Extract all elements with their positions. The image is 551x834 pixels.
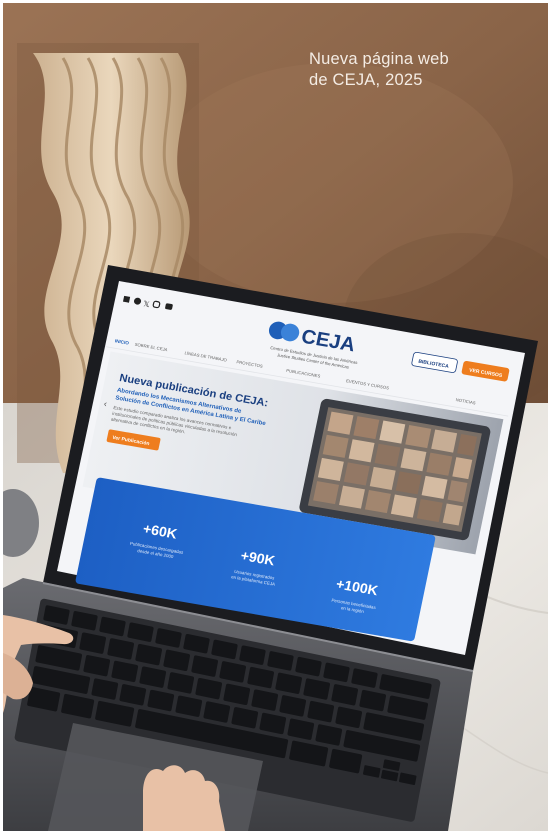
photo-frame: 𝕏 CEJA Centro de Estudios de Justicia de… — [0, 0, 551, 834]
caption: Nueva página web de CEJA, 2025 — [309, 49, 529, 91]
caption-line-1: Nueva página web — [309, 50, 449, 68]
laptop-photo: 𝕏 CEJA Centro de Estudios de Justicia de… — [3, 3, 548, 831]
caption-line-2: de CEJA, 2025 — [309, 71, 423, 89]
